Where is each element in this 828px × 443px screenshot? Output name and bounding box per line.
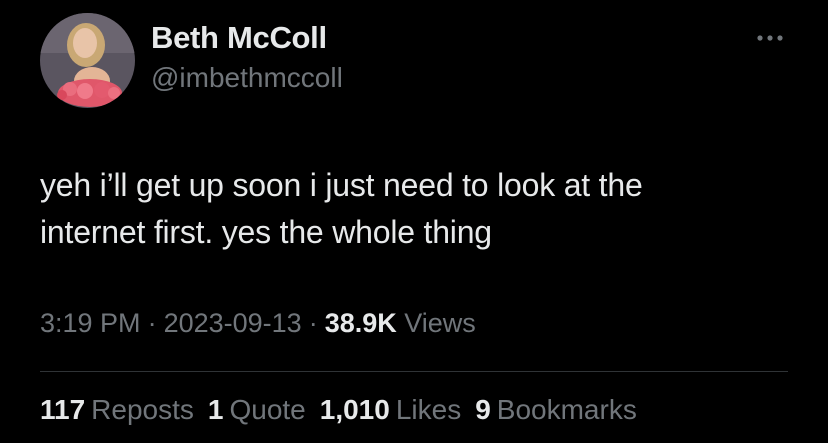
divider (40, 371, 788, 372)
tweet-text: yeh i’ll get up soon i just need to look… (40, 167, 643, 250)
views-count: 38.9K (324, 308, 397, 338)
meta-separator: · (308, 308, 318, 338)
likes-stat[interactable]: 1,010 Likes (320, 394, 461, 426)
bookmarks-label: Bookmarks (496, 394, 637, 425)
bookmarks-stat[interactable]: 9 Bookmarks (475, 394, 637, 426)
profile-photo-icon (40, 13, 135, 108)
reposts-label: Reposts (91, 394, 194, 425)
meta-separator: · (147, 308, 157, 338)
engagement-stats: 117 Reposts 1 Quote 1,010 Likes 9 Bookmarks (40, 394, 651, 426)
tweet-card: Beth McColl @imbethmccoll yeh i’ll get u… (0, 0, 828, 443)
reposts-stat[interactable]: 117 Reposts (40, 394, 194, 426)
bookmarks-count: 9 (475, 394, 491, 425)
quotes-label: Quote (229, 394, 306, 425)
quotes-count: 1 (207, 394, 224, 425)
likes-count: 1,010 (319, 394, 390, 425)
views-label: Views (404, 308, 476, 338)
tweet-date[interactable]: 2023-09-13 (164, 308, 302, 338)
likes-label: Likes (395, 394, 462, 425)
quotes-stat[interactable]: 1 Quote (208, 394, 306, 426)
tweet-meta: 3:19 PM · 2023-09-13 · 38.9K Views (40, 308, 476, 339)
more-options-button[interactable] (752, 27, 788, 49)
author-avatar[interactable] (40, 13, 135, 108)
reposts-count: 117 (40, 394, 86, 425)
author-handle[interactable]: @imbethmccoll (151, 62, 343, 94)
tweet-time[interactable]: 3:19 PM (40, 308, 141, 338)
author-display-name[interactable]: Beth McColl (151, 20, 327, 56)
ellipsis-icon (757, 35, 783, 41)
